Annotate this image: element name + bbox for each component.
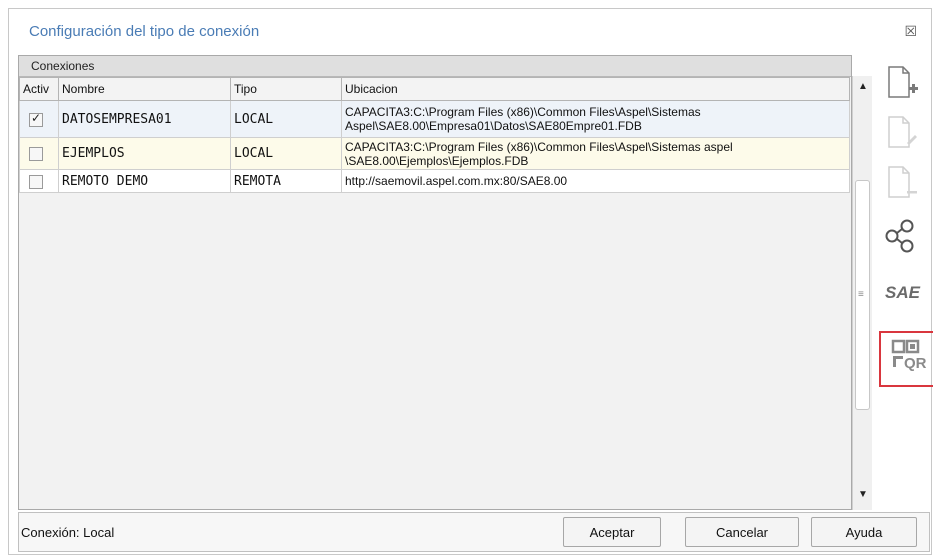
scroll-down-icon[interactable]: ▼ [856,488,870,502]
accept-button[interactable]: Aceptar [563,517,661,547]
active-checkbox[interactable] [29,174,43,189]
help-button[interactable]: Ayuda [811,517,917,547]
ubicacion-cell: CAPACITA3:C:\Program Files (x86)\Common … [341,137,850,170]
sae-button[interactable]: SAE [881,273,927,317]
new-connection-button[interactable] [881,63,927,107]
col-header-active[interactable]: Activ [19,77,59,101]
close-icon[interactable]: ☒ [904,23,917,40]
connections-table: Activ Nombre Tipo Ubicacion DATOSEMPRESA… [19,77,850,193]
remove-document-icon [888,166,917,198]
col-header-nombre[interactable]: Nombre [58,77,231,101]
ubicacion-cell: http://saemovil.aspel.com.mx:80/SAE8.00 [341,169,850,193]
col-header-tipo[interactable]: Tipo [230,77,342,101]
active-checkbox[interactable] [29,111,43,127]
ubicacion-cell: CAPACITA3:C:\Program Files (x86)\Common … [341,100,850,138]
table-row[interactable]: DATOSEMPRESA01 LOCAL CAPACITA3:C:\Progra… [19,100,850,138]
delete-connection-button[interactable] [881,163,927,207]
nombre-cell: DATOSEMPRESA01 [58,100,231,138]
edit-connection-button[interactable] [881,113,927,157]
nombre-cell: REMOTO DEMO [58,169,231,193]
active-cell[interactable] [19,169,59,193]
tipo-cell: LOCAL [230,137,342,170]
active-cell[interactable] [19,137,59,170]
scroll-up-icon[interactable]: ▲ [856,80,870,94]
edit-document-icon [888,116,917,148]
active-cell[interactable] [19,100,59,138]
table-row[interactable]: EJEMPLOS LOCAL CAPACITA3:C:\Program File… [19,137,850,170]
group-header: Conexiones [19,56,851,77]
scroll-grip-icon: ≡ [858,289,864,300]
tipo-cell: REMOTA [230,169,342,193]
active-checkbox[interactable] [29,147,43,162]
status-bar: Conexión: Local Aceptar Cancelar Ayuda [18,512,930,552]
share-button[interactable] [881,215,927,259]
status-text: Conexión: Local [21,525,115,540]
window-title: Configuración del tipo de conexión [29,23,260,40]
qr-highlight[interactable]: QR [879,331,933,387]
connection-config-dialog: Configuración del tipo de conexión ☒ Con… [8,8,933,555]
help-button-label: Ayuda [845,525,883,540]
cancel-button-label: Cancelar [715,525,769,540]
title-bar: Configuración del tipo de conexión ☒ [9,9,931,53]
scroll-thumb[interactable]: ≡ [855,180,870,410]
connections-grid: Conexiones Activ Nombre Tipo Ubicacion D… [18,55,852,510]
table-row[interactable]: REMOTO DEMO REMOTA http://saemovil.aspel… [19,169,850,193]
share-icon [885,219,914,253]
accept-button-label: Aceptar [589,525,635,540]
sae-icon: SAE [885,283,920,302]
new-document-icon [888,66,918,98]
cancel-button[interactable]: Cancelar [685,517,799,547]
vertical-scrollbar[interactable]: ▲ ≡ ▼ [852,76,872,510]
side-toolbar: SAE QR [873,55,933,515]
col-header-ubicacion[interactable]: Ubicacion [341,77,850,101]
qr-label: QR [904,355,927,372]
tipo-cell: LOCAL [230,100,342,138]
nombre-cell: EJEMPLOS [58,137,231,170]
